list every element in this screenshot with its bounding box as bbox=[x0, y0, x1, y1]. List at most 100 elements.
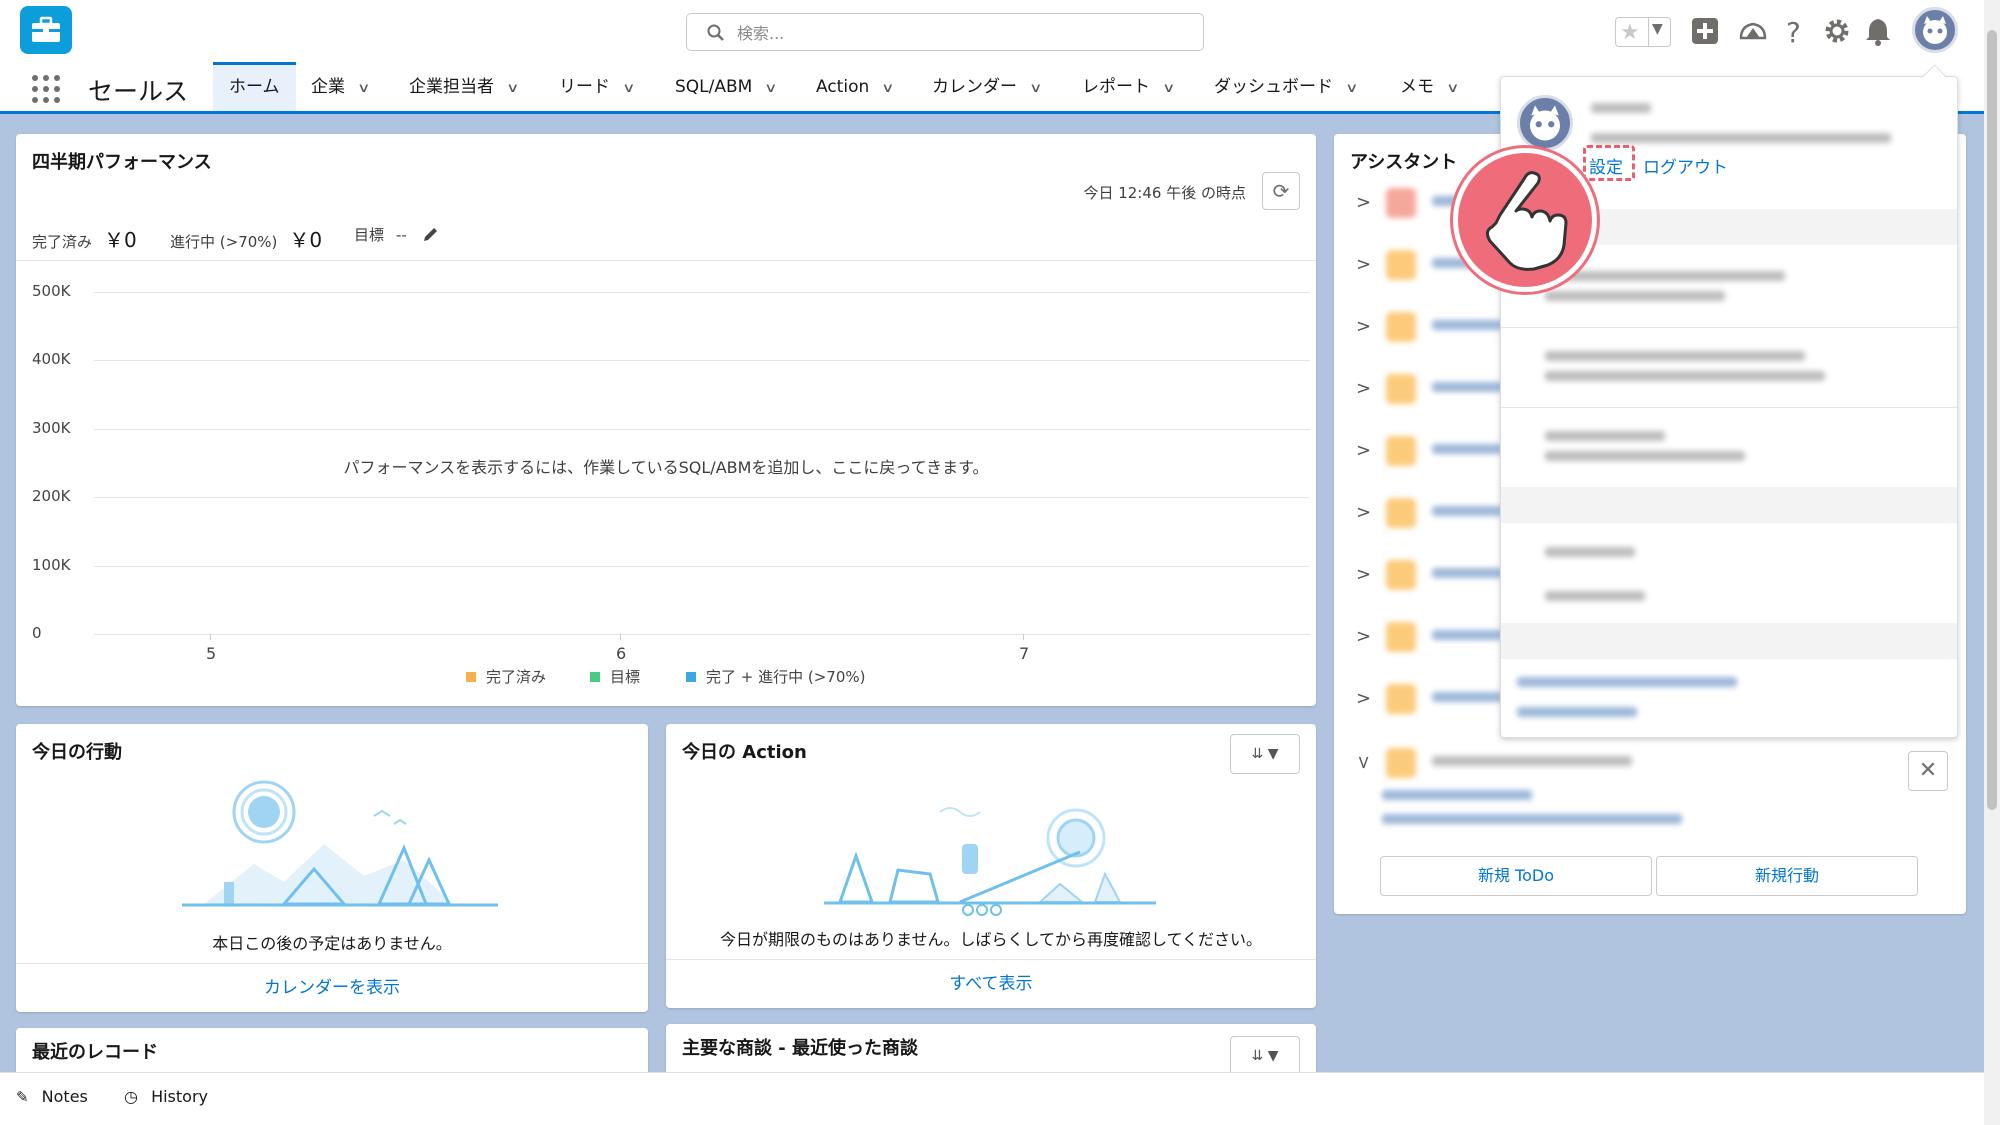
goal-value: -- bbox=[396, 226, 407, 244]
history-utility[interactable]: ◷ History bbox=[124, 1087, 208, 1106]
global-header: ★ ▼ ? bbox=[0, 0, 2000, 62]
chevron-down-icon[interactable]: ∨ bbox=[1029, 64, 1042, 114]
blurred-account[interactable] bbox=[1545, 271, 1785, 281]
view-all-link[interactable]: すべて表示 bbox=[666, 959, 1316, 1008]
tab-calendar[interactable]: カレンダー ∨ bbox=[932, 62, 1042, 114]
help-icon[interactable]: ? bbox=[1782, 16, 1808, 46]
blurred-account bbox=[1545, 291, 1725, 301]
chevron-down-icon[interactable]: ∨ bbox=[1162, 64, 1175, 114]
new-todo-button[interactable]: 新規 ToDo bbox=[1380, 856, 1652, 896]
record-icon bbox=[1386, 622, 1416, 652]
chevron-down-icon[interactable]: ▼ bbox=[1652, 21, 1663, 37]
section-header bbox=[1501, 623, 1957, 659]
open-stat: 進行中 (>70%) ￥0 bbox=[170, 224, 322, 253]
legend-swatch bbox=[590, 672, 600, 682]
tab-sql-abm[interactable]: SQL/ABM ∨ bbox=[675, 62, 778, 114]
tab-action[interactable]: Action ∨ bbox=[816, 62, 895, 114]
chart-y-tick-label: 100K bbox=[32, 555, 71, 574]
chevron-down-icon[interactable]: ∨ bbox=[881, 64, 894, 114]
refresh-button[interactable]: ⟳ bbox=[1262, 172, 1300, 210]
gear-icon[interactable] bbox=[1822, 16, 1852, 46]
chevron-down-icon[interactable]: ∨ bbox=[357, 64, 370, 114]
chevron-down-icon[interactable]: ∨ bbox=[764, 64, 777, 114]
logout-link[interactable]: ログアウト bbox=[1643, 153, 1728, 178]
notes-utility[interactable]: ✎ Notes bbox=[16, 1087, 88, 1106]
page-scrollbar[interactable] bbox=[1984, 0, 2000, 1125]
chevron-down-icon[interactable]: ∨ bbox=[622, 64, 635, 114]
blurred-text bbox=[1432, 506, 1502, 516]
trailhead-icon[interactable] bbox=[1738, 16, 1768, 46]
chevron-down-icon[interactable]: > bbox=[1353, 755, 1374, 770]
chevron-right-icon[interactable]: > bbox=[1356, 688, 1371, 709]
blurred-text bbox=[1432, 320, 1502, 330]
chevron-right-icon[interactable]: > bbox=[1356, 192, 1371, 213]
chart-x-tick bbox=[1023, 634, 1024, 640]
global-search[interactable] bbox=[686, 13, 1204, 51]
pointing-hand-icon bbox=[1485, 171, 1568, 271]
chevron-right-icon[interactable]: > bbox=[1356, 254, 1371, 275]
chevron-down-icon[interactable]: ∨ bbox=[1345, 64, 1358, 114]
sort-button[interactable]: ⇊ ▼ bbox=[1230, 1036, 1300, 1076]
close-button[interactable]: ✕ bbox=[1908, 751, 1948, 791]
user-avatar-button[interactable] bbox=[1912, 7, 1958, 53]
tab-label: Action bbox=[816, 77, 870, 97]
blurred-account[interactable] bbox=[1545, 431, 1665, 441]
legend-label: 完了済み bbox=[486, 668, 547, 686]
chevron-right-icon[interactable]: > bbox=[1356, 502, 1371, 523]
notification-bell-icon[interactable] bbox=[1864, 16, 1892, 46]
chevron-right-icon[interactable]: > bbox=[1356, 626, 1371, 647]
blurred-option[interactable] bbox=[1545, 591, 1645, 601]
view-calendar-link[interactable]: カレンダーを表示 bbox=[16, 963, 648, 1012]
blurred-account[interactable] bbox=[1545, 351, 1805, 361]
blurred-link[interactable] bbox=[1517, 677, 1737, 687]
tab-label: ホーム bbox=[229, 77, 280, 97]
new-activity-button[interactable]: 新規行動 bbox=[1656, 856, 1918, 896]
tab-contacts[interactable]: 企業担当者 ∨ bbox=[409, 62, 519, 114]
assistant-row-expanded[interactable]: > bbox=[1348, 734, 1966, 834]
chevron-right-icon[interactable]: > bbox=[1356, 316, 1371, 337]
chart-x-tick bbox=[620, 634, 621, 640]
chart-x-tick-label: 6 bbox=[616, 644, 627, 663]
blurred-text bbox=[1432, 444, 1502, 454]
chevron-right-icon[interactable]: > bbox=[1356, 378, 1371, 399]
card-title: 主要な商談 - 最近使った商談 bbox=[682, 1038, 919, 1059]
tab-dashboards[interactable]: ダッシュボード ∨ bbox=[1214, 62, 1358, 114]
edit-pencil-icon[interactable] bbox=[422, 225, 440, 243]
profile-avatar bbox=[1517, 95, 1573, 151]
search-input[interactable] bbox=[735, 20, 1189, 46]
tab-leads[interactable]: リード ∨ bbox=[559, 62, 635, 114]
global-create-icon[interactable] bbox=[1690, 16, 1720, 46]
app-logo[interactable] bbox=[20, 6, 72, 54]
chart-empty-message: パフォーマンスを表示するには、作業しているSQL/ABMを追加し、ここに戻ってき… bbox=[343, 458, 989, 477]
pointer-highlight bbox=[1453, 148, 1597, 292]
tab-label: ダッシュボード bbox=[1214, 77, 1333, 97]
blurred-link[interactable] bbox=[1517, 707, 1637, 717]
chevron-right-icon[interactable]: > bbox=[1356, 440, 1371, 461]
chart-gridline bbox=[94, 292, 1310, 293]
chart-y-tick-label: 0 bbox=[32, 624, 42, 642]
goal-label: 目標 bbox=[354, 226, 385, 244]
star-icon: ★ bbox=[1620, 20, 1640, 45]
close-icon: ✕ bbox=[1918, 758, 1938, 783]
scrollbar-thumb[interactable] bbox=[1987, 30, 1997, 810]
svg-text:?: ? bbox=[1786, 16, 1801, 46]
tab-accounts[interactable]: 企業 ∨ bbox=[311, 62, 370, 114]
goal-stat: 目標 -- bbox=[354, 224, 440, 245]
app-launcher-icon[interactable] bbox=[32, 75, 60, 103]
tab-home[interactable]: ホーム bbox=[213, 62, 296, 111]
tab-notes[interactable]: メモ ∨ bbox=[1400, 62, 1459, 114]
blurred-account bbox=[1545, 451, 1745, 461]
chevron-right-icon[interactable]: > bbox=[1356, 564, 1371, 585]
blurred-option[interactable] bbox=[1545, 547, 1635, 557]
chart-gridline bbox=[94, 634, 1310, 635]
quarterly-performance-card: 四半期パフォーマンス 今日 12:46 午後 の時点 ⟳ 完了済み ￥0 進行中 … bbox=[16, 134, 1316, 706]
astro-avatar-icon bbox=[1530, 105, 1560, 141]
sort-button[interactable]: ⇊ ▼ bbox=[1230, 734, 1300, 774]
tab-reports[interactable]: レポート ∨ bbox=[1082, 62, 1175, 114]
settings-highlight bbox=[1583, 145, 1635, 181]
divider bbox=[1501, 327, 1957, 328]
closed-value: ￥0 bbox=[104, 228, 137, 252]
chevron-down-icon[interactable]: ∨ bbox=[1446, 64, 1459, 114]
chevron-down-icon[interactable]: ∨ bbox=[506, 64, 519, 114]
favorites-button[interactable]: ★ ▼ bbox=[1615, 17, 1671, 47]
